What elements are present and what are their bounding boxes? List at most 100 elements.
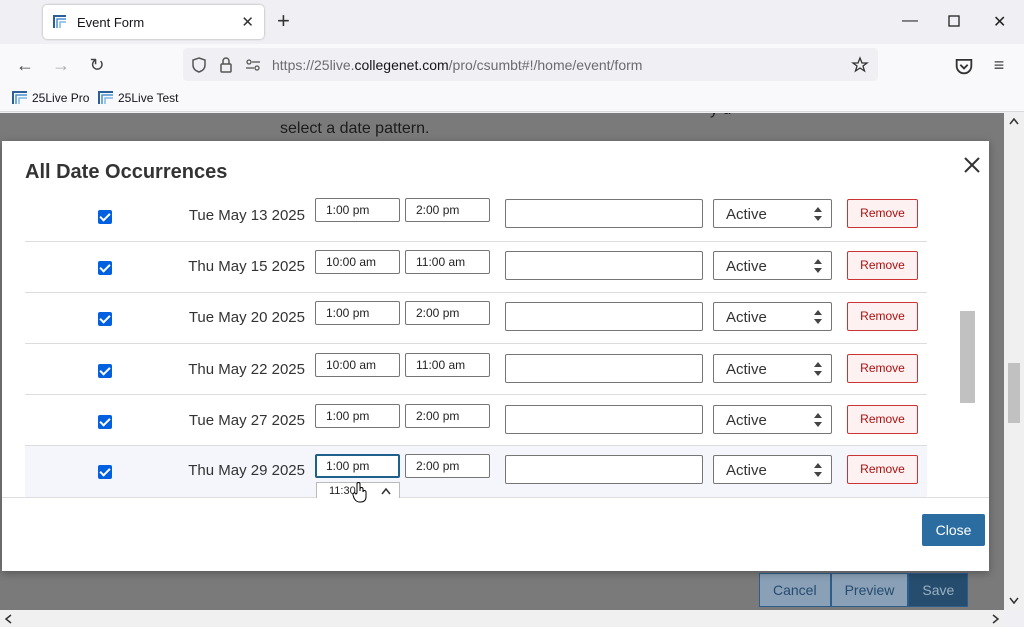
save-button[interactable]: Save (908, 573, 969, 607)
start-time-input[interactable]: 1:00 pm (315, 198, 400, 222)
reload-icon[interactable]: ↻ (86, 54, 108, 76)
occurrence-date: Tue May 20 2025 (188, 309, 305, 326)
chevron-up-icon[interactable] (380, 486, 392, 496)
occurrence-date: Tue May 13 2025 (188, 207, 305, 224)
status-value: Active (726, 361, 767, 378)
status-select[interactable]: Active (713, 251, 832, 280)
preview-button[interactable]: Preview (830, 573, 909, 607)
cancel-button[interactable]: Cancel (759, 573, 831, 607)
url-text[interactable]: https://25live.collegenet.com/pro/csumbt… (272, 57, 642, 73)
comment-input[interactable] (505, 455, 703, 484)
bookmarks-toolbar: 25Live Pro 25Live Test (0, 86, 1024, 112)
occurrence-date: Thu May 15 2025 (188, 258, 305, 275)
select-arrows-icon (814, 463, 822, 477)
start-time-input[interactable]: 10:00 am (315, 353, 400, 377)
remove-button[interactable]: Remove (847, 405, 918, 434)
select-arrows-icon (814, 310, 822, 324)
tab-close-icon[interactable]: ✕ (241, 13, 254, 31)
comment-input[interactable] (505, 302, 703, 331)
status-select[interactable]: Active (713, 302, 832, 331)
bookmark-25live-pro[interactable]: 25Live Pro (12, 91, 89, 105)
end-time-input[interactable]: 11:00 am (405, 250, 490, 274)
start-time-input[interactable]: 10:00 am (315, 250, 400, 274)
comment-input[interactable] (505, 199, 703, 228)
occurrence-checkbox[interactable] (98, 415, 112, 429)
forward-icon[interactable]: → (50, 54, 72, 76)
occurrence-date: Thu May 22 2025 (188, 361, 305, 378)
occurrence-checkbox[interactable] (98, 364, 112, 378)
back-icon[interactable]: ← (14, 54, 36, 76)
status-select[interactable]: Active (713, 455, 832, 484)
start-time-input[interactable]: 1:00 pm (315, 454, 400, 478)
comment-input[interactable] (505, 354, 703, 383)
occurrence-row: Tue May 27 2025 1:00 pm 2:00 pm Active R… (25, 395, 927, 446)
status-select[interactable]: Active (713, 354, 832, 383)
shield-icon[interactable] (190, 56, 208, 74)
occurrence-row: Thu May 29 2025 1:00 pm 2:00 pm Active R… (25, 446, 927, 497)
comment-input[interactable] (505, 251, 703, 280)
scroll-right-icon[interactable] (992, 614, 1000, 624)
minimize-icon[interactable]: — (902, 12, 918, 30)
page-scroll-thumb[interactable] (1008, 363, 1020, 423)
occurrence-checkbox[interactable] (98, 210, 112, 224)
menu-icon[interactable]: ≡ (988, 54, 1010, 76)
tab-event-form[interactable]: Event Form ✕ (43, 5, 264, 39)
remove-button[interactable]: Remove (847, 302, 918, 331)
remove-button[interactable]: Remove (847, 354, 918, 383)
end-time-input[interactable]: 11:00 am (405, 353, 490, 377)
close-button[interactable]: Close (922, 514, 985, 546)
status-value: Active (726, 206, 767, 223)
bookmark-25live-test[interactable]: 25Live Test (98, 91, 179, 105)
status-select[interactable]: Active (713, 405, 832, 434)
occurrence-row: Thu May 15 2025 10:00 am 11:00 am Active… (25, 242, 927, 293)
close-icon[interactable] (960, 153, 984, 177)
bookmark-star-icon[interactable] (851, 56, 869, 74)
permissions-icon[interactable] (244, 56, 262, 74)
end-time-input[interactable]: 2:00 pm (405, 301, 490, 325)
remove-button[interactable]: Remove (847, 455, 918, 484)
remove-button[interactable]: Remove (847, 251, 918, 280)
status-value: Active (726, 462, 767, 479)
end-time-input[interactable]: 2:00 pm (405, 198, 490, 222)
scroll-left-icon[interactable] (4, 614, 12, 624)
occurrence-row: Thu May 22 2025 10:00 am 11:00 am Active… (25, 344, 927, 395)
status-value: Active (726, 258, 767, 275)
maximize-icon[interactable] (948, 15, 960, 27)
address-bar[interactable]: https://25live.collegenet.com/pro/csumbt… (183, 48, 878, 81)
tab-bar: Event Form ✕ + — ✕ (0, 0, 1024, 44)
new-tab-icon[interactable]: + (277, 10, 290, 32)
select-arrows-icon (814, 362, 822, 376)
pocket-icon[interactable] (953, 55, 975, 77)
occurrence-checkbox[interactable] (98, 465, 112, 479)
window-close-icon[interactable]: ✕ (993, 12, 1006, 32)
date-occurrences-modal: All Date Occurrences Tue May 13 2025 1:0… (2, 141, 989, 571)
select-arrows-icon (814, 259, 822, 273)
select-arrows-icon (814, 207, 822, 221)
tab-title: Event Form (77, 15, 145, 30)
page-vertical-scrollbar[interactable] (1004, 113, 1024, 610)
scroll-up-icon[interactable] (1009, 117, 1019, 125)
page-horizontal-scrollbar[interactable] (0, 610, 1004, 627)
occurrence-date: Thu May 29 2025 (188, 462, 305, 479)
list-scroll-thumb[interactable] (960, 311, 975, 403)
page-partial-text: y d (710, 113, 731, 119)
status-value: Active (726, 412, 767, 429)
start-time-input[interactable]: 1:00 pm (315, 404, 400, 428)
bookmark-label: 25Live Test (118, 91, 179, 105)
occurrence-row: Tue May 20 2025 1:00 pm 2:00 pm Active R… (25, 293, 927, 344)
comment-input[interactable] (505, 405, 703, 434)
occurrence-checkbox[interactable] (98, 261, 112, 275)
page-instruction-text: select a date pattern. (280, 120, 430, 137)
status-select[interactable]: Active (713, 199, 832, 228)
remove-button[interactable]: Remove (847, 199, 918, 228)
scroll-down-icon[interactable] (1009, 597, 1019, 605)
occurrence-checkbox[interactable] (98, 312, 112, 326)
start-time-input[interactable]: 1:00 pm (315, 301, 400, 325)
end-time-input[interactable]: 2:00 pm (405, 454, 490, 478)
select-arrows-icon (814, 413, 822, 427)
navigation-bar: ← → ↻ https://25live.collegenet.com/pro/… (0, 44, 1024, 86)
end-time-input[interactable]: 2:00 pm (405, 404, 490, 428)
lock-icon[interactable] (217, 56, 235, 74)
status-value: Active (726, 309, 767, 326)
25live-logo-icon (98, 91, 113, 104)
